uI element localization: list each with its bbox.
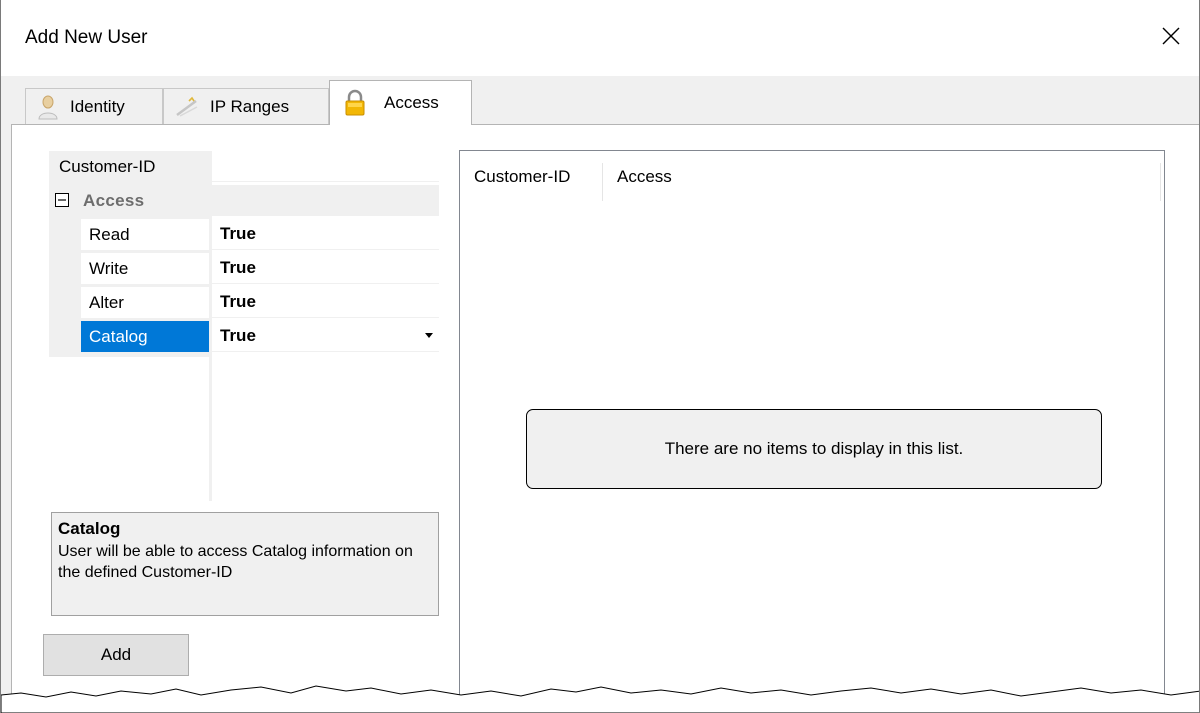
tab-ip-ranges[interactable]: IP Ranges	[163, 88, 329, 124]
property-row-read[interactable]: Read True	[49, 219, 439, 253]
tab-access[interactable]: Access	[329, 80, 472, 125]
help-title: Catalog	[58, 519, 121, 538]
property-value-alter[interactable]: True	[212, 287, 439, 318]
column-separator[interactable]	[1160, 163, 1161, 201]
torn-edge	[1, 685, 1199, 713]
category-label: Access	[83, 190, 145, 210]
help-description: User will be able to access Catalog info…	[58, 543, 413, 581]
category-header: Access	[49, 185, 209, 216]
add-button[interactable]: Add	[43, 634, 189, 676]
close-icon	[1162, 27, 1180, 45]
dropdown-arrow-icon[interactable]	[425, 333, 433, 338]
property-name: Customer-ID	[59, 156, 156, 176]
column-header-customer-id[interactable]: Customer-ID	[460, 151, 602, 203]
empty-list-message: There are no items to display in this li…	[526, 409, 1102, 489]
property-value-catalog[interactable]: True	[212, 321, 439, 352]
category-value	[212, 185, 439, 216]
add-new-user-dialog: Add New User Identity IP Ranges Access C…	[0, 0, 1200, 713]
property-name: Read	[81, 219, 209, 250]
property-row-catalog[interactable]: Catalog True	[49, 321, 439, 355]
tab-identity[interactable]: Identity	[25, 88, 163, 124]
dialog-title: Add New User	[25, 27, 148, 48]
access-list-view[interactable]: Customer-ID Access There are no items to…	[459, 150, 1165, 710]
property-name-selected: Catalog	[81, 321, 209, 352]
column-header-access[interactable]: Access	[603, 151, 1160, 203]
property-value-read[interactable]: True	[212, 219, 439, 250]
property-row-alter[interactable]: Alter True	[49, 287, 439, 321]
user-icon	[36, 94, 60, 120]
collapse-icon[interactable]	[55, 192, 71, 209]
property-name: Write	[81, 253, 209, 284]
property-value-write[interactable]: True	[212, 253, 439, 284]
property-category-access[interactable]: Access	[49, 185, 439, 219]
property-row-write[interactable]: Write True	[49, 253, 439, 287]
close-button[interactable]	[1151, 16, 1191, 56]
title-bar: Add New User	[1, 0, 1199, 76]
property-value-customer-id[interactable]	[212, 151, 439, 182]
lock-icon	[344, 89, 366, 117]
tab-ip-ranges-label: IP Ranges	[210, 96, 290, 116]
list-header: Customer-ID Access	[460, 151, 1164, 203]
property-row-customer-id[interactable]: Customer-ID	[49, 151, 439, 185]
network-icon	[174, 95, 200, 119]
catalog-value-text: True	[220, 326, 256, 345]
property-name: Alter	[81, 287, 209, 318]
tab-identity-label: Identity	[70, 96, 125, 116]
property-help-box: Catalog User will be able to access Cata…	[51, 512, 439, 616]
tab-access-label: Access	[384, 93, 439, 112]
